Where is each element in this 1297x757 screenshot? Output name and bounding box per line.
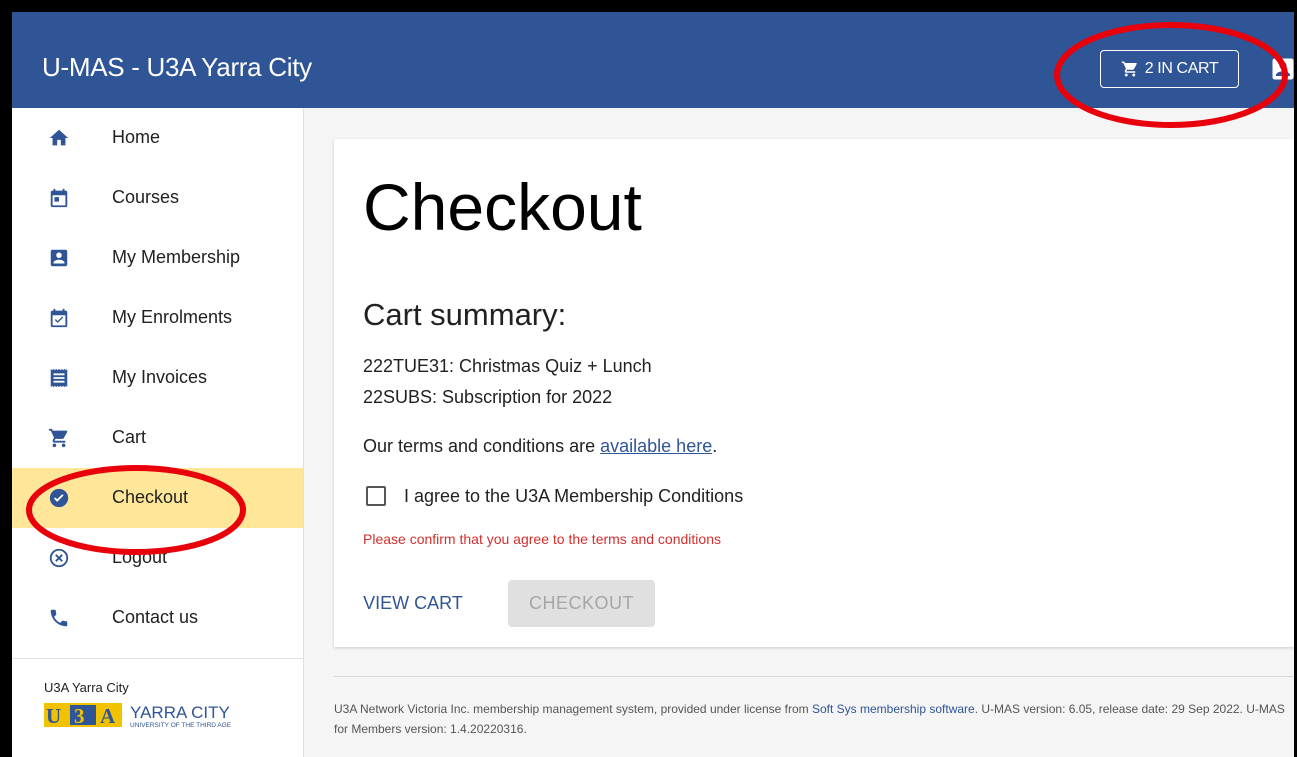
sidebar-item-cart[interactable]: Cart bbox=[12, 408, 303, 468]
footer-link[interactable]: Soft Sys membership software bbox=[812, 702, 975, 716]
validation-error: Please confirm that you agree to the ter… bbox=[363, 531, 721, 547]
cancel-circle-icon bbox=[49, 548, 69, 568]
sidebar-item-contact-us[interactable]: Contact us bbox=[12, 588, 303, 648]
footer-divider bbox=[334, 676, 1294, 677]
checkout-button[interactable]: CHECKOUT bbox=[508, 580, 655, 627]
checkout-card: Checkout Cart summary: 222TUE31: Christm… bbox=[334, 139, 1294, 647]
sidebar-item-my-enrolments[interactable]: My Enrolments bbox=[12, 288, 303, 348]
check-circle-icon bbox=[49, 488, 69, 508]
calendar-check-icon bbox=[50, 308, 68, 328]
cart-item: 222TUE31: Christmas Quiz + Lunch bbox=[363, 356, 652, 376]
app-header: U-MAS - U3A Yarra City 2 IN CART bbox=[12, 12, 1294, 108]
logo-name: YARRA CITY bbox=[130, 703, 230, 722]
cart-summary-heading: Cart summary: bbox=[363, 297, 567, 332]
footer-text: U3A Network Victoria Inc. membership man… bbox=[334, 699, 1294, 739]
terms-text: Our terms and conditions are available h… bbox=[363, 436, 717, 457]
app-window: U-MAS - U3A Yarra City 2 IN CART Home Co… bbox=[0, 0, 1297, 757]
account-box-icon bbox=[50, 249, 68, 267]
sidebar-item-checkout[interactable]: Checkout bbox=[12, 468, 303, 528]
cart-button-label: 2 IN CART bbox=[1144, 60, 1219, 77]
cart-button[interactable]: 2 IN CART bbox=[1100, 50, 1239, 88]
logo-badge-letter-u: U bbox=[46, 704, 61, 728]
sidebar-item-label: Courses bbox=[112, 187, 180, 207]
terms-prefix: Our terms and conditions are bbox=[363, 436, 601, 456]
account-icon[interactable] bbox=[1269, 55, 1294, 88]
sidebar-item-label: My Enrolments bbox=[112, 307, 233, 327]
shopping-cart-icon bbox=[1121, 61, 1137, 77]
sidebar-item-logout[interactable]: Logout bbox=[12, 528, 303, 588]
calendar-icon bbox=[50, 188, 68, 208]
agree-checkbox-label[interactable]: I agree to the U3A Membership Conditions bbox=[404, 486, 743, 507]
footer-text-1: U3A Network Victoria Inc. membership man… bbox=[334, 702, 812, 716]
logo-badge-digit-3: 3 bbox=[74, 704, 85, 728]
sidebar-item-label: Logout bbox=[112, 547, 168, 567]
app-title: U-MAS - U3A Yarra City bbox=[42, 52, 312, 82]
agree-checkbox[interactable] bbox=[366, 486, 386, 506]
phone-icon bbox=[50, 609, 68, 627]
receipt-icon bbox=[50, 368, 68, 388]
cart-icon bbox=[48, 428, 68, 448]
logo-tagline: UNIVERSITY OF THE THIRD AGE bbox=[130, 722, 232, 729]
sidebar-item-label: My Invoices bbox=[112, 367, 208, 387]
sidebar-item-courses[interactable]: Courses bbox=[12, 168, 303, 228]
logo-badge-letter-a: A bbox=[100, 704, 116, 728]
sidebar-item-label: Home bbox=[112, 127, 161, 147]
sidebar-item-label: My Membership bbox=[112, 247, 241, 267]
home-icon bbox=[49, 129, 69, 146]
terms-link[interactable]: available here bbox=[600, 436, 712, 456]
sidebar-item-my-membership[interactable]: My Membership bbox=[12, 228, 303, 288]
cart-item: 22SUBS: Subscription for 2022 bbox=[363, 387, 613, 407]
view-cart-button[interactable]: VIEW CART bbox=[363, 580, 463, 626]
page-title: Checkout bbox=[363, 170, 642, 244]
sidebar-divider bbox=[12, 658, 303, 659]
org-name: U3A Yarra City bbox=[44, 680, 129, 695]
u3a-logo: U 3 A YARRA CITY UNIVERSITY OF THE THIRD… bbox=[44, 703, 232, 729]
sidebar-item-label: Cart bbox=[112, 427, 147, 447]
sidebar-item-label: Checkout bbox=[112, 487, 189, 507]
sidebar-nav: Home Courses My Membership My Enrolments… bbox=[12, 108, 304, 757]
sidebar-item-label: Contact us bbox=[112, 607, 199, 627]
sidebar-item-home[interactable]: Home bbox=[12, 108, 303, 168]
terms-suffix: . bbox=[712, 436, 718, 456]
sidebar-item-my-invoices[interactable]: My Invoices bbox=[12, 348, 303, 408]
